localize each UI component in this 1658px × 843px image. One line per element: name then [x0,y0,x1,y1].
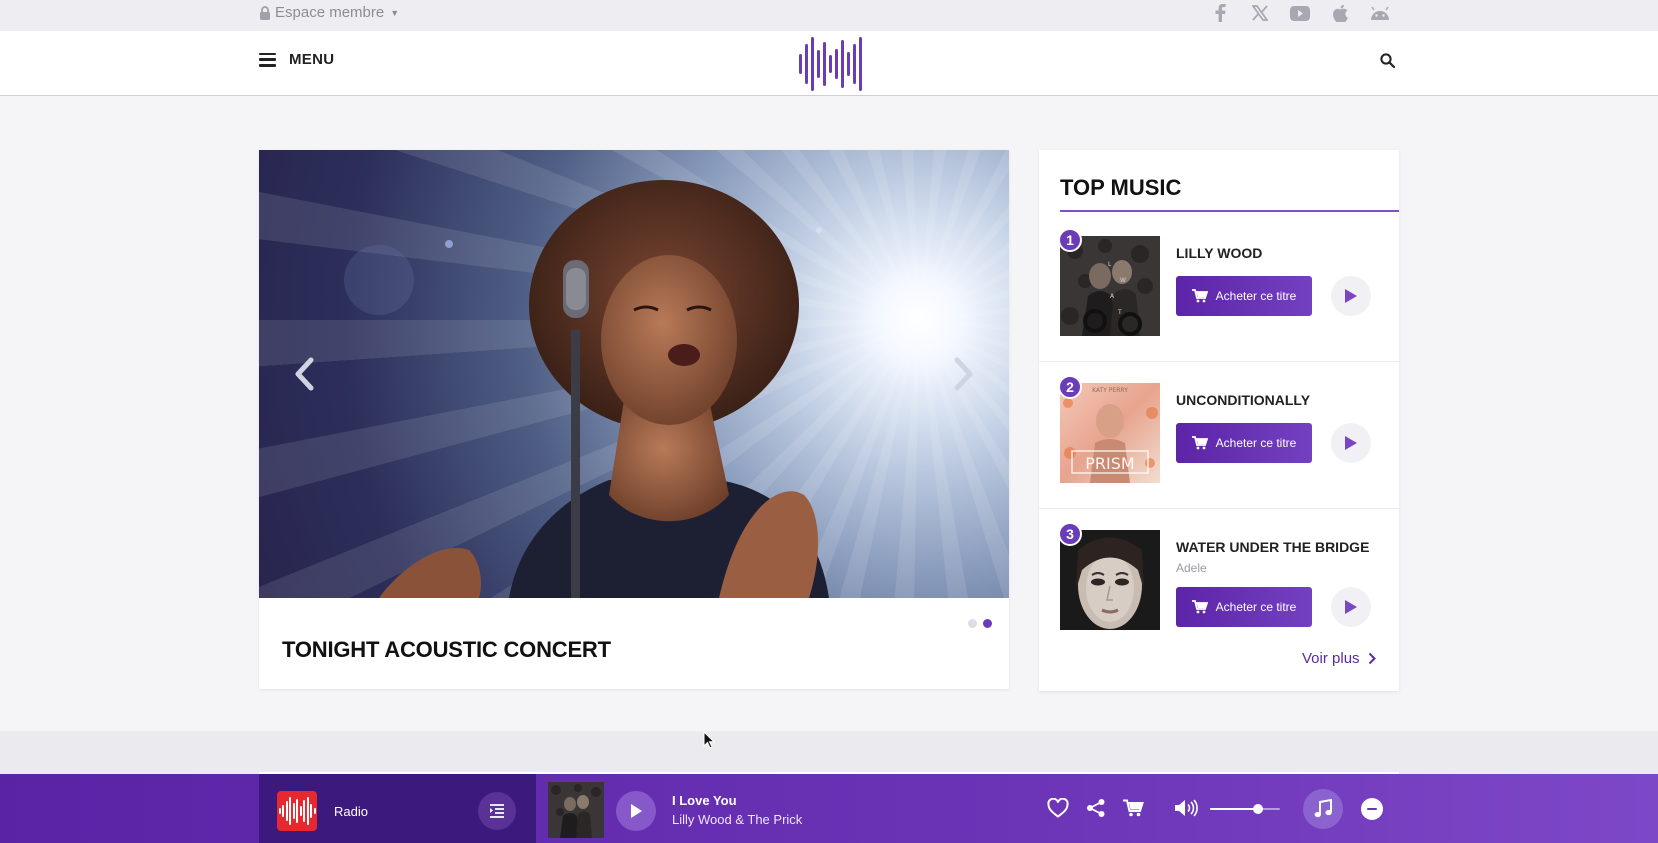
buy-track-button[interactable]: Acheter ce titre [1176,276,1312,316]
track-rank-badge: 3 [1058,522,1082,546]
track-name[interactable]: LILLY WOOD [1176,245,1262,261]
buy-track-label: Acheter ce titre [1215,600,1297,614]
music-note-icon [1314,799,1332,818]
source-label: Radio [334,804,368,819]
now-playing-artist: Lilly Wood & The Prick [672,812,803,827]
music-library-button[interactable] [1303,789,1343,829]
cart-icon [1122,799,1144,817]
radio-logo[interactable] [277,791,317,831]
track-rank-badge: 1 [1058,228,1082,252]
top-track-2: 2 PRISM KATY PERRY UNCONDITIONALLY Achet… [1039,362,1399,509]
volume-icon [1175,799,1198,817]
track-name[interactable]: WATER UNDER THE BRIDGE [1176,539,1369,555]
now-playing-title: I Love You [672,793,737,808]
see-more-link[interactable]: Voir plus [1302,650,1376,667]
carousel-dot-2[interactable] [983,619,992,628]
top-music-title: TOP MUSIC [1060,175,1182,200]
mouse-cursor-icon [703,730,716,754]
share-icon [1087,799,1105,817]
content-band [0,731,1658,774]
play-track-button[interactable] [1331,276,1371,316]
buy-track-button[interactable]: Acheter ce titre [1176,587,1312,627]
social-links [1210,3,1390,23]
x-icon[interactable] [1250,3,1270,23]
search-icon[interactable] [1380,53,1396,73]
carousel-dots [968,619,992,628]
player-cart-button[interactable] [1120,796,1146,820]
svg-text:W: W [1120,277,1126,284]
heart-icon [1047,798,1069,818]
track-artist[interactable]: Adele [1176,561,1207,575]
volume-slider-handle[interactable] [1252,804,1263,814]
svg-text:T: T [1117,309,1122,316]
hero-image-singer [259,150,1009,598]
minus-icon [1367,807,1377,811]
site-header: MENU [0,31,1658,96]
hero-title[interactable]: TONIGHT ACOUSTIC CONCERT [282,637,611,663]
volume-slider-fill [1210,808,1258,810]
top-track-3: 3 WATER UNDER THE BRIDGE Adele Acheter c… [1039,509,1399,656]
carousel-dot-1[interactable] [968,619,977,628]
chevron-right-icon [954,357,973,391]
play-icon [1345,289,1357,303]
track-cover[interactable]: PRISM KATY PERRY [1060,383,1160,483]
member-area-dropdown[interactable]: Espace membre ▼ [259,4,399,21]
player-play-button[interactable] [616,791,656,831]
top-music-divider [1060,210,1399,212]
cart-icon [1191,436,1208,450]
member-area-label: Espace membre [275,4,385,21]
cart-icon [1191,600,1208,614]
track-name[interactable]: UNCONDITIONALLY [1176,392,1310,408]
play-track-button[interactable] [1331,423,1371,463]
volume-slider[interactable] [1210,804,1280,814]
buy-track-label: Acheter ce titre [1215,289,1297,303]
hero-carousel: TONIGHT ACOUSTIC CONCERT [259,150,1009,689]
play-icon [631,804,642,818]
buy-track-button[interactable]: Acheter ce titre [1176,423,1312,463]
svg-text:KATY PERRY: KATY PERRY [1092,387,1128,394]
share-button[interactable] [1083,796,1109,820]
youtube-icon[interactable] [1290,3,1310,23]
menu-button[interactable]: MENU [259,51,334,68]
chevron-left-icon [295,357,314,391]
menu-label: MENU [289,51,335,68]
track-cover[interactable]: LWAT [1060,236,1160,336]
favorite-button[interactable] [1045,796,1071,820]
queue-list-icon [490,804,504,818]
see-more-label: Voir plus [1302,650,1360,667]
now-playing-cover[interactable] [548,782,604,838]
carousel-next-button[interactable] [949,350,979,398]
volume-button[interactable] [1173,796,1199,820]
top-track-1: 1 LWAT LILLY WOOD Acheter ce titre [1039,215,1399,362]
cart-icon [1191,289,1208,303]
player-source: Radio [259,774,536,843]
audio-player-bar: Radio I Love You Lilly Wood & The Prick [0,774,1658,843]
play-track-button[interactable] [1331,587,1371,627]
track-rank-badge: 2 [1058,375,1082,399]
play-icon [1345,600,1357,614]
top-music-panel: TOP MUSIC 1 LWAT LILLY WOOD Acheter ce t… [1039,150,1399,691]
lock-icon [260,5,270,20]
minimize-player-button[interactable] [1361,798,1383,820]
carousel-prev-button[interactable] [289,350,319,398]
facebook-icon[interactable] [1210,3,1230,23]
chevron-right-icon [1368,652,1376,665]
track-cover[interactable] [1060,530,1160,630]
playlist-queue-button[interactable] [478,792,516,830]
site-logo[interactable] [799,36,862,91]
android-icon[interactable] [1370,3,1390,23]
top-bar: Espace membre ▼ [0,0,1658,31]
play-icon [1345,436,1357,450]
hamburger-icon [259,52,276,67]
caret-down-icon: ▼ [390,7,400,18]
apple-icon[interactable] [1330,3,1350,23]
svg-text:PRISM: PRISM [1085,454,1134,473]
buy-track-label: Acheter ce titre [1215,436,1297,450]
